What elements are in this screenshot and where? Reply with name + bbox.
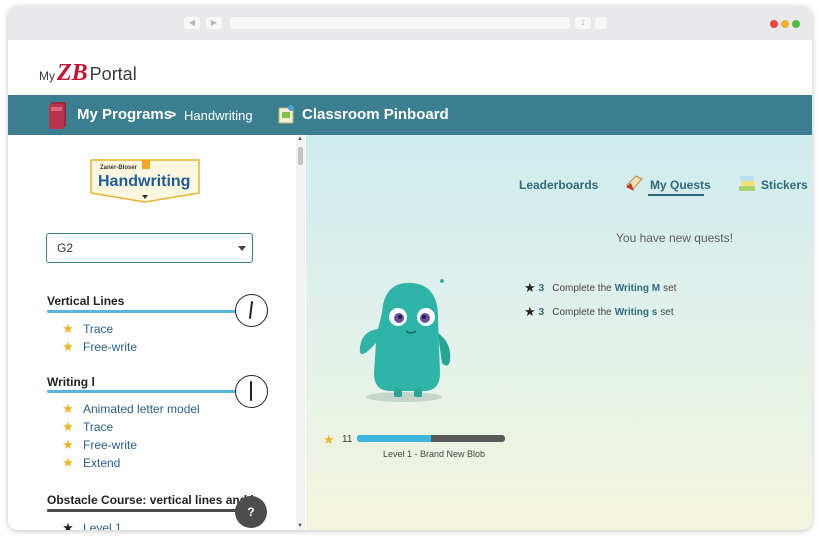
star-icon: ★ (62, 520, 74, 530)
quest-count: 3 (538, 306, 545, 318)
chevron-down-icon (238, 246, 246, 251)
lesson-level-1[interactable]: ★ Level 1 (60, 520, 122, 530)
star-icon: ★ (524, 280, 536, 295)
star-icon: ★ (62, 401, 74, 416)
back-button[interactable]: ◀ (184, 17, 200, 29)
logo-my: My (39, 69, 55, 83)
lesson-label: Free-write (83, 438, 138, 452)
close-dot-icon[interactable] (770, 20, 778, 28)
active-tab-underline (648, 194, 704, 196)
star-icon: ★ (62, 437, 74, 452)
quest-suffix: set (660, 306, 674, 318)
share-icon[interactable]: ⇧ (575, 17, 591, 29)
lesson-sidebar: Zaner-Bloser Handwriting G2 Vertical Lin… (8, 135, 306, 530)
star-icon: ★ (62, 419, 74, 434)
maximize-dot-icon[interactable] (792, 20, 800, 28)
star-icon: ★ (62, 455, 74, 470)
quest-link[interactable]: Writing M (615, 283, 660, 294)
quest-prefix: Complete the (552, 282, 612, 294)
breadcrumb-separator: > (168, 106, 177, 122)
my-programs-link[interactable]: My Programs (77, 106, 172, 123)
new-quests-message: You have new quests! (616, 231, 733, 245)
handwriting-logo: Zaner-Bloser Handwriting (90, 159, 200, 203)
xp-count: 11 (342, 434, 353, 445)
quest-suffix: set (663, 282, 677, 294)
xp-progress-bar (357, 435, 505, 442)
grade-select-value: G2 (57, 241, 74, 255)
star-icon: ★ (62, 321, 74, 336)
portal-header: My ZB Portal (8, 40, 812, 95)
lesson-label: Level 1 (83, 521, 122, 530)
section-title: Obstacle Course: vertical lines and l (47, 493, 254, 507)
breadcrumb-handwriting[interactable]: Handwriting (184, 108, 253, 123)
browser-window: ◀ ▶ ⇧ My ZB Portal My Programs > Handwri… (8, 6, 812, 530)
quest-prefix: Complete the (552, 306, 612, 318)
quest-scroll-icon (626, 175, 643, 191)
classroom-pinboard-link[interactable]: Classroom Pinboard (302, 106, 449, 123)
sidebar-scrollbar[interactable] (296, 135, 305, 530)
section-progress-bar (47, 509, 247, 512)
section-progress-bar (47, 390, 243, 393)
lesson-extend[interactable]: ★ Extend (60, 455, 120, 471)
section-progress-bar (47, 310, 243, 313)
lesson-label: Extend (83, 456, 121, 470)
logo-zb: ZB (57, 60, 88, 86)
help-button[interactable]: ? (235, 496, 267, 528)
level-label: Level 1 - Brand New Blob (383, 449, 486, 459)
tab-my-quests[interactable]: My Quests (650, 178, 711, 192)
lesson-trace[interactable]: ★ Trace (60, 419, 113, 435)
lesson-trace[interactable]: ★ Trace (60, 321, 113, 337)
section-title: Writing l (47, 375, 95, 389)
brand-small-text: Zaner-Bloser (100, 165, 138, 171)
quest-link[interactable]: Writing s (615, 307, 658, 318)
book-icon (49, 102, 66, 129)
blob-avatar (359, 279, 451, 402)
lesson-label: Free-write (83, 340, 138, 354)
star-icon: ★ (62, 339, 74, 354)
lesson-label: Trace (83, 322, 114, 336)
minimize-dot-icon[interactable] (781, 20, 789, 28)
lesson-free-write[interactable]: ★ Free-write (60, 437, 137, 453)
quest-panel: Leaderboards My Quests Stickers You have… (306, 135, 812, 530)
brand-main-text: Handwriting (98, 173, 190, 190)
lesson-label: Trace (83, 420, 114, 434)
quest-count: 3 (538, 282, 545, 294)
tab-leaderboards[interactable]: Leaderboards (519, 178, 598, 192)
program-navbar: My Programs > Handwriting Classroom Pinb… (8, 95, 812, 135)
sidebar-scroll-thumb[interactable] (298, 147, 303, 165)
letter-l-icon (235, 294, 268, 327)
section-title: Vertical Lines (47, 294, 125, 308)
grade-select[interactable]: G2 (46, 233, 253, 263)
scroll-down-icon[interactable]: ▼ (297, 523, 303, 529)
lesson-label: Animated letter model (83, 402, 200, 416)
browser-chrome: ◀ ▶ ⇧ (8, 6, 812, 40)
address-bar[interactable] (230, 17, 570, 29)
quest-item: ★ 3 Complete the Writing s set (524, 304, 674, 320)
star-icon: ★ (524, 304, 536, 319)
tab-stickers[interactable]: Stickers (761, 178, 808, 192)
tabs-icon[interactable] (595, 17, 607, 29)
myzb-portal-logo[interactable]: My ZB Portal (39, 56, 137, 86)
stickers-icon (739, 176, 755, 191)
letter-l-icon (235, 375, 268, 408)
xp-progress-fill (357, 435, 431, 442)
forward-button[interactable]: ▶ (206, 17, 222, 29)
lesson-animated-letter-model[interactable]: ★ Animated letter model (60, 401, 200, 417)
scroll-up-icon[interactable]: ▲ (297, 136, 303, 142)
logo-portal: Portal (89, 64, 137, 84)
lesson-free-write[interactable]: ★ Free-write (60, 339, 137, 355)
pinboard-icon (278, 105, 294, 124)
star-icon: ★ (323, 432, 335, 447)
quest-item: ★ 3 Complete the Writing M set (524, 280, 676, 296)
